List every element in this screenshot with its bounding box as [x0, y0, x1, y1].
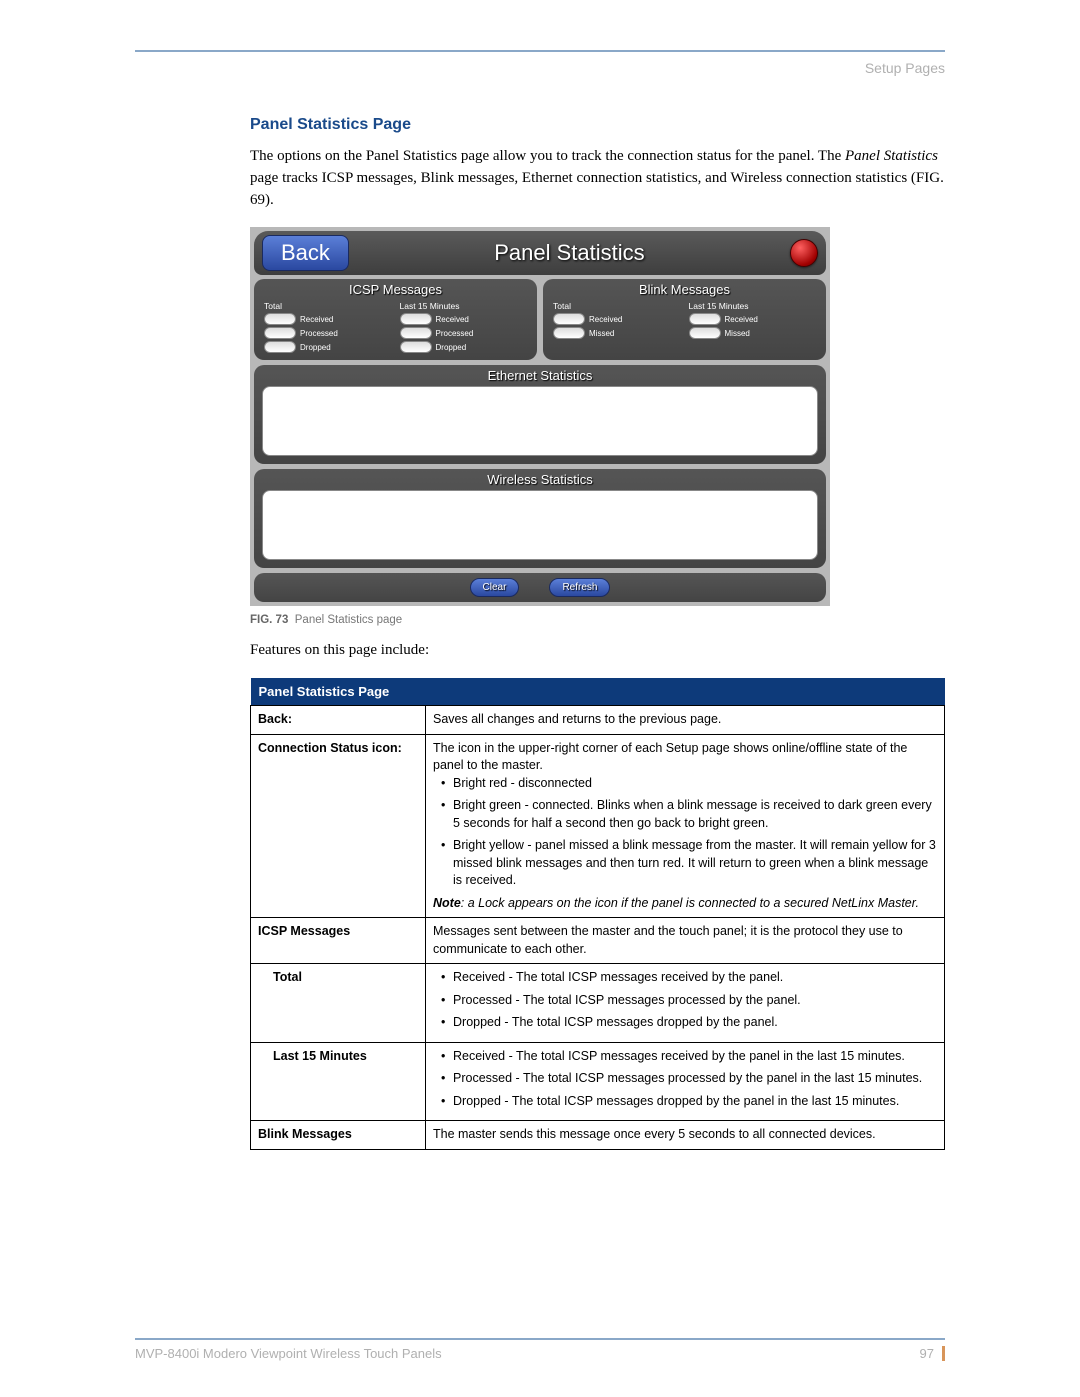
field — [689, 313, 721, 325]
field — [400, 341, 432, 353]
row-blink-label: Blink Messages — [251, 1121, 426, 1150]
wireless-heading: Wireless Statistics — [254, 469, 826, 490]
icsp-total-processed-label: Processed — [300, 329, 392, 338]
field — [264, 341, 296, 353]
page-number: 97 — [920, 1346, 945, 1361]
row-back-desc: Saves all changes and returns to the pre… — [426, 706, 945, 735]
screenshot-titlebar: Back Panel Statistics — [254, 231, 826, 275]
ethernet-statistics-area — [262, 386, 818, 456]
icsp-col-last15: Last 15 Minutes — [396, 300, 532, 312]
features-table: Panel Statistics Page Back: Saves all ch… — [250, 678, 945, 1150]
blink-col-total: Total — [549, 300, 685, 312]
intro-text-a: The options on the Panel Statistics page… — [250, 148, 845, 164]
intro-text-b: Panel Statistics — [845, 148, 938, 164]
field — [553, 313, 585, 325]
ethernet-heading: Ethernet Statistics — [254, 365, 826, 386]
figure-number: FIG. 73 — [250, 614, 288, 626]
figure-caption: FIG. 73 Panel Statistics page — [250, 614, 945, 626]
intro-text-c: page tracks ICSP messages, Blink message… — [250, 170, 944, 208]
last15-bullet-received: Received - The total ICSP messages recei… — [443, 1048, 937, 1066]
row-icsp-desc: Messages sent between the master and the… — [426, 918, 945, 964]
row-last15-label: Last 15 Minutes — [251, 1042, 426, 1121]
row-icsp-label: ICSP Messages — [251, 918, 426, 964]
blink-last-received-label: Received — [725, 315, 817, 324]
last15-bullet-dropped: Dropped - The total ICSP messages droppe… — [443, 1093, 937, 1111]
wireless-statistics-area — [262, 490, 818, 560]
conn-bullet-yellow: Bright yellow - panel missed a blink mes… — [443, 837, 937, 890]
icsp-last-processed-label: Processed — [436, 329, 528, 338]
row-blink-desc: The master sends this message once every… — [426, 1121, 945, 1150]
screenshot-title: Panel Statistics — [349, 240, 790, 266]
connection-status-icon — [790, 239, 818, 267]
total-bullet-received: Received - The total ICSP messages recei… — [443, 969, 937, 987]
button-bar: Clear Refresh — [254, 573, 826, 602]
intro-paragraph: The options on the Panel Statistics page… — [250, 146, 945, 211]
icsp-last-dropped-label: Dropped — [436, 343, 528, 352]
conn-note-text: : a Lock appears on the icon if the pane… — [461, 896, 919, 910]
icsp-col-total: Total — [260, 300, 396, 312]
field — [553, 327, 585, 339]
blink-messages-panel: Blink Messages Total Received Missed Las… — [543, 279, 826, 360]
blink-last-missed-label: Missed — [725, 329, 817, 338]
wireless-statistics-panel: Wireless Statistics — [254, 469, 826, 568]
conn-bullet-red: Bright red - disconnected — [443, 775, 937, 793]
refresh-button[interactable]: Refresh — [549, 578, 610, 597]
ethernet-statistics-panel: Ethernet Statistics — [254, 365, 826, 464]
total-bullet-processed: Processed - The total ICSP messages proc… — [443, 992, 937, 1010]
last15-bullet-processed: Processed - The total ICSP messages proc… — [443, 1070, 937, 1088]
row-total-label: Total — [251, 964, 426, 1043]
header-section-label: Setup Pages — [135, 60, 945, 76]
row-last15-desc: Received - The total ICSP messages recei… — [426, 1042, 945, 1121]
footer-title: MVP-8400i Modero Viewpoint Wireless Touc… — [135, 1346, 442, 1361]
row-back-label: Back: — [251, 706, 426, 735]
conn-note: Note: a Lock appears on the icon if the … — [433, 895, 937, 913]
row-conn-desc: The icon in the upper-right corner of ea… — [426, 734, 945, 918]
icsp-messages-panel: ICSP Messages Total Received Processed D… — [254, 279, 537, 360]
field — [400, 313, 432, 325]
section-heading: Panel Statistics Page — [250, 116, 945, 134]
field — [400, 327, 432, 339]
total-bullet-dropped: Dropped - The total ICSP messages droppe… — [443, 1014, 937, 1032]
page-footer: MVP-8400i Modero Viewpoint Wireless Touc… — [135, 1338, 945, 1361]
blink-total-received-label: Received — [589, 315, 681, 324]
conn-note-bold: Note — [433, 896, 461, 910]
icsp-total-dropped-label: Dropped — [300, 343, 392, 352]
icsp-heading: ICSP Messages — [254, 279, 537, 300]
conn-bullet-green: Bright green - connected. Blinks when a … — [443, 797, 937, 832]
icsp-last-received-label: Received — [436, 315, 528, 324]
table-header: Panel Statistics Page — [251, 678, 945, 706]
panel-statistics-screenshot: Back Panel Statistics ICSP Messages Tota… — [250, 227, 830, 606]
row-total-desc: Received - The total ICSP messages recei… — [426, 964, 945, 1043]
features-lead: Features on this page include: — [250, 640, 945, 662]
back-button[interactable]: Back — [262, 235, 349, 271]
field — [264, 327, 296, 339]
clear-button[interactable]: Clear — [470, 578, 520, 597]
blink-total-missed-label: Missed — [589, 329, 681, 338]
row-conn-text: The icon in the upper-right corner of ea… — [433, 741, 907, 773]
row-conn-label: Connection Status icon: — [251, 734, 426, 918]
figure-text: Panel Statistics page — [295, 614, 402, 626]
field — [689, 327, 721, 339]
field — [264, 313, 296, 325]
icsp-total-received-label: Received — [300, 315, 392, 324]
blink-col-last15: Last 15 Minutes — [685, 300, 821, 312]
blink-heading: Blink Messages — [543, 279, 826, 300]
